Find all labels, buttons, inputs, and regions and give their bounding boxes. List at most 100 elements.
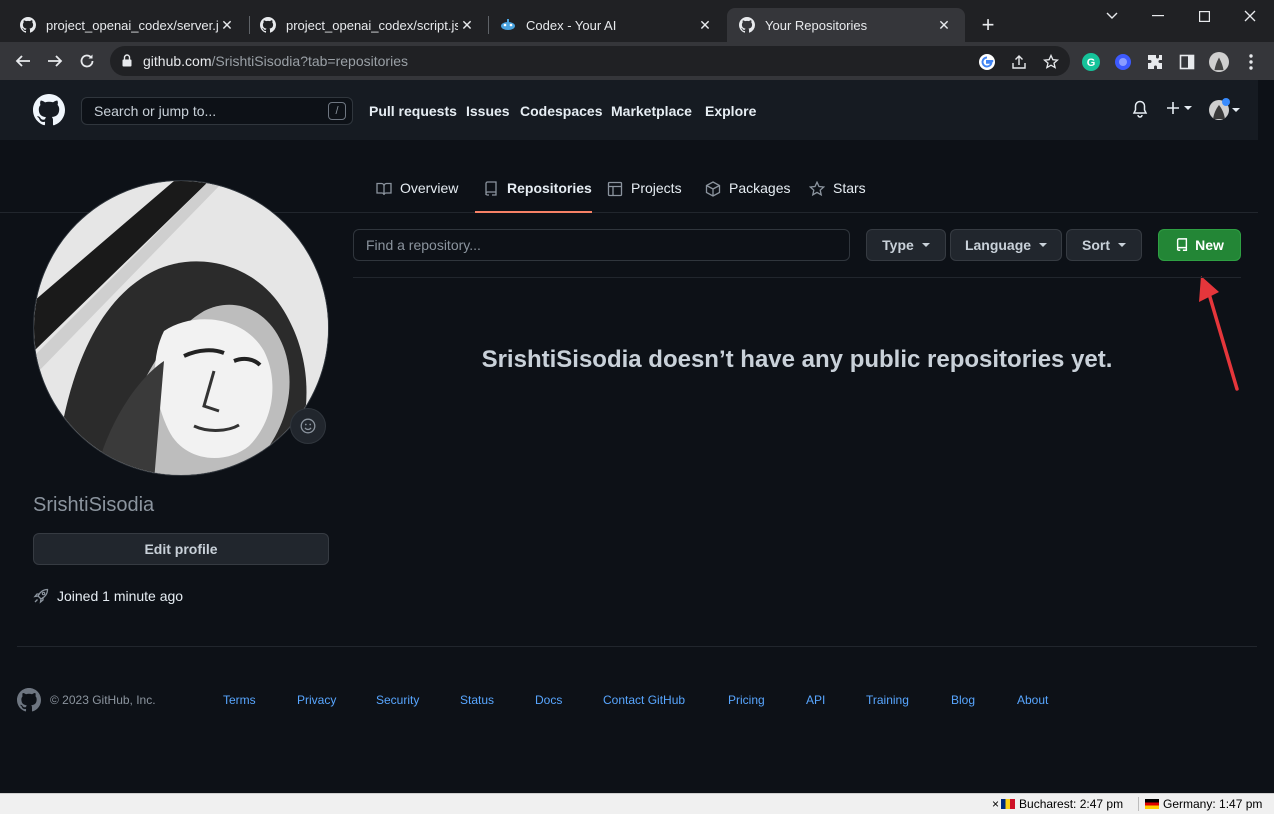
create-new-plus-icon[interactable] (1165, 100, 1193, 116)
search-placeholder: Search or jump to... (94, 103, 217, 119)
button-label: New (1195, 237, 1224, 253)
nav-explore[interactable]: Explore (705, 103, 756, 119)
tab-label: Repositories (507, 180, 592, 196)
annotation-arrow-icon (1199, 276, 1239, 391)
window-close-icon[interactable] (1227, 4, 1273, 28)
browser-tab-codex[interactable]: Codex - Your AI ✕ (488, 8, 726, 42)
browser-tab-script-js[interactable]: project_openai_codex/script.js at ✕ (248, 8, 488, 42)
close-icon[interactable]: ✕ (935, 16, 953, 34)
page-scrollbar[interactable] (1258, 80, 1274, 793)
star-icon (809, 181, 825, 197)
browser-tab-your-repositories[interactable]: Your Repositories ✕ (727, 8, 965, 42)
tab-projects[interactable]: Projects (607, 170, 682, 213)
forward-arrow-icon[interactable] (42, 48, 68, 74)
joined-info: Joined 1 minute ago (33, 588, 183, 604)
close-icon[interactable]: × (992, 797, 999, 811)
nav-codespaces[interactable]: Codespaces (520, 103, 602, 119)
table-icon (607, 181, 623, 197)
edit-profile-button[interactable]: Edit profile (33, 533, 329, 565)
grammarly-extension-icon[interactable]: G (1081, 52, 1101, 72)
browser-tab-server-js[interactable]: project_openai_codex/server.js at ✕ (8, 8, 248, 42)
repo-icon (1177, 238, 1188, 251)
share-icon[interactable] (1009, 52, 1029, 72)
minimize-icon[interactable] (1135, 4, 1181, 28)
footer-link-contact-github[interactable]: Contact GitHub (603, 693, 685, 707)
profile-avatar[interactable] (33, 180, 329, 476)
browser-tab-strip: project_openai_codex/server.js at ✕ proj… (0, 0, 1274, 42)
side-panel-icon[interactable] (1177, 52, 1197, 72)
github-logo-icon[interactable] (33, 94, 65, 126)
extensions-puzzle-icon[interactable] (1145, 52, 1165, 72)
repo-icon (485, 181, 497, 196)
joined-text: Joined 1 minute ago (57, 588, 184, 604)
profile-username: SrishtiSisodia (33, 494, 155, 516)
github-search-input[interactable]: Search or jump to... / (81, 97, 353, 125)
new-repository-button[interactable]: New (1158, 229, 1241, 261)
footer-link-about[interactable]: About (1017, 693, 1048, 707)
footer-link-terms[interactable]: Terms (223, 693, 256, 707)
url-text: github.com/SrishtiSisodia?tab=repositori… (143, 53, 408, 69)
find-repository-input[interactable]: Find a repository... (353, 229, 850, 261)
germany-flag-icon (1145, 799, 1159, 809)
github-favicon-icon (20, 17, 36, 33)
tab-title: project_openai_codex/script.js at (286, 17, 458, 33)
close-icon[interactable]: ✕ (218, 16, 236, 34)
find-repository-placeholder: Find a repository... (366, 237, 481, 253)
set-status-smiley-icon[interactable] (290, 408, 326, 444)
close-icon[interactable]: ✕ (696, 16, 714, 34)
nav-pull-requests[interactable]: Pull requests (369, 103, 457, 119)
reload-icon[interactable] (74, 48, 100, 74)
user-menu-avatar-icon[interactable] (1207, 98, 1243, 122)
caret-down-icon (1118, 243, 1126, 247)
lock-icon (122, 54, 132, 67)
maximize-icon[interactable] (1181, 4, 1227, 28)
footer-link-docs[interactable]: Docs (535, 693, 562, 707)
footer-link-privacy[interactable]: Privacy (297, 693, 336, 707)
world-clock-germany[interactable]: Germany: 1:47 pm (1138, 797, 1262, 811)
svg-text:G: G (1087, 57, 1096, 69)
nav-marketplace[interactable]: Marketplace (611, 103, 692, 119)
tab-repositories[interactable]: Repositories (475, 170, 592, 213)
github-favicon-icon (739, 17, 755, 33)
new-tab-plus-icon[interactable]: + (976, 14, 1000, 38)
tab-title: project_openai_codex/server.js at (46, 17, 218, 33)
github-footer-logo-icon[interactable] (17, 688, 41, 712)
footer-link-blog[interactable]: Blog (951, 693, 975, 707)
profile-avatar-icon[interactable] (1209, 52, 1229, 72)
footer-link-training[interactable]: Training (866, 693, 909, 707)
romania-flag-icon (1001, 799, 1016, 809)
tab-overview[interactable]: Overview (376, 170, 458, 213)
tab-packages[interactable]: Packages (705, 170, 790, 213)
browser-menu-dots-icon[interactable] (1241, 52, 1261, 72)
footer-copyright: © 2023 GitHub, Inc. (50, 693, 156, 707)
tab-search-chevron-icon[interactable] (1089, 4, 1135, 28)
footer-link-status[interactable]: Status (460, 693, 494, 707)
notifications-bell-icon[interactable] (1132, 100, 1148, 118)
tab-label: Overview (400, 180, 459, 196)
sort-filter-button[interactable]: Sort (1066, 229, 1142, 261)
caret-down-icon (921, 243, 930, 247)
tab-label: Packages (729, 180, 791, 196)
package-icon (705, 181, 721, 197)
bookmark-star-icon[interactable] (1041, 52, 1061, 72)
type-filter-button[interactable]: Type (866, 229, 946, 261)
vpn-extension-icon[interactable] (1113, 52, 1133, 72)
clock-text: Bucharest: 2:47 pm (1019, 797, 1124, 811)
address-bar[interactable]: github.com/SrishtiSisodia?tab=repositori… (110, 46, 1070, 76)
back-arrow-icon[interactable] (10, 48, 36, 74)
footer-divider (17, 646, 1257, 647)
tab-label: Projects (631, 180, 682, 196)
footer-link-security[interactable]: Security (376, 693, 419, 707)
tab-title: Your Repositories (765, 17, 868, 33)
world-clock-bucharest[interactable]: × Bucharest: 2:47 pm (992, 797, 1123, 811)
footer-link-pricing[interactable]: Pricing (728, 693, 765, 707)
footer-link-api[interactable]: API (806, 693, 825, 707)
book-icon (376, 182, 392, 196)
close-icon[interactable]: ✕ (458, 16, 476, 34)
rocket-icon (33, 588, 49, 604)
language-filter-button[interactable]: Language (950, 229, 1062, 261)
button-label: Sort (1082, 237, 1110, 253)
tab-stars[interactable]: Stars (809, 170, 866, 213)
google-icon[interactable] (977, 52, 997, 72)
nav-issues[interactable]: Issues (466, 103, 510, 119)
